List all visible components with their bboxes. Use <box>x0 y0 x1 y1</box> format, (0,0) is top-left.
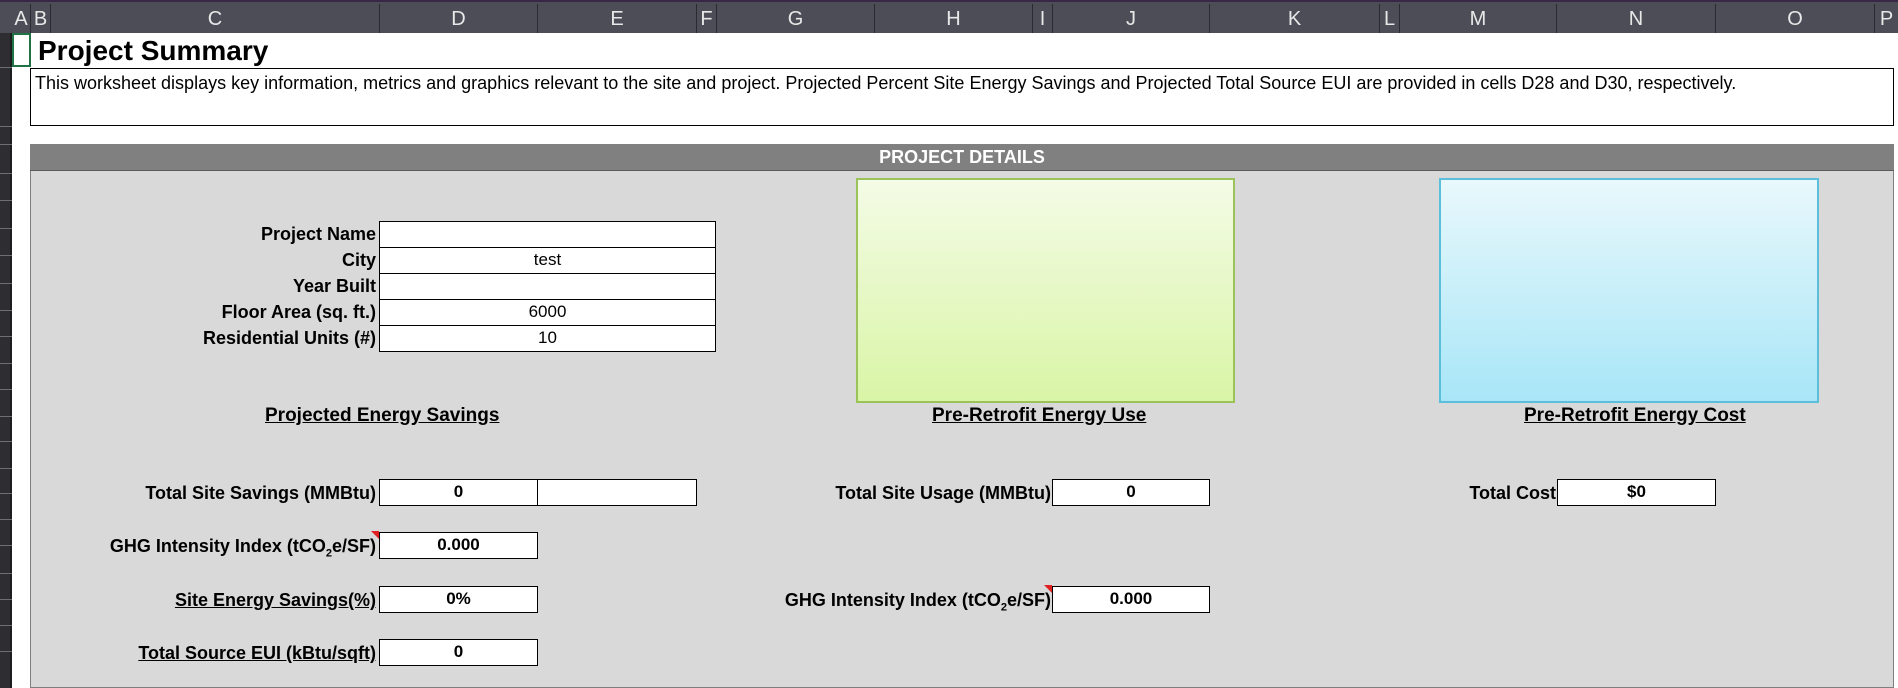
total-site-savings-extra-cell[interactable] <box>537 479 697 506</box>
column-header-e[interactable]: E <box>538 4 697 35</box>
column-header-p[interactable]: P <box>1875 4 1898 35</box>
total-cost-value[interactable]: $0 <box>1557 479 1716 506</box>
column-header-n[interactable]: N <box>1557 4 1716 35</box>
sheet-description: This worksheet displays key information,… <box>35 73 1737 93</box>
column-header-o[interactable]: O <box>1716 4 1875 35</box>
city-input[interactable]: test <box>379 247 716 274</box>
floor-area-label: Floor Area (sq. ft.) <box>221 302 376 322</box>
ghg-intensity-savings-label: GHG Intensity Index (tCO2e/SF) <box>109 536 376 560</box>
column-header-b[interactable]: B <box>31 4 51 35</box>
column-header-l[interactable]: L <box>1380 4 1400 35</box>
comment-indicator-icon[interactable] <box>371 531 379 539</box>
total-site-savings-value[interactable]: 0 <box>379 479 538 506</box>
total-source-eui-value[interactable]: 0 <box>379 639 538 666</box>
residential-units-label: Residential Units (#) <box>202 328 376 348</box>
project-name-label: Project Name <box>260 224 376 244</box>
projected-energy-savings-heading: Projected Energy Savings <box>265 405 500 426</box>
column-header-bar: A B C D E F G H I J K L M N O P <box>0 0 1898 35</box>
total-site-savings-label: Total Site Savings (MMBtu) <box>145 483 376 503</box>
floor-area-input[interactable]: 6000 <box>379 299 716 326</box>
project-details-header: PROJECT DETAILS <box>30 144 1894 171</box>
total-cost-label: Total Cost <box>1469 483 1556 503</box>
city-label: City <box>341 250 376 270</box>
column-header-d[interactable]: D <box>380 4 538 35</box>
year-built-label: Year Built <box>292 276 376 296</box>
comment-indicator-icon[interactable] <box>1044 585 1052 593</box>
total-site-usage-value[interactable]: 0 <box>1052 479 1210 506</box>
site-energy-savings-value[interactable]: 0% <box>379 586 538 613</box>
pre-retrofit-energy-use-heading: Pre-Retrofit Energy Use <box>932 405 1147 426</box>
sheet-title: Project Summary <box>38 35 269 66</box>
selected-cell-a1[interactable] <box>12 33 31 67</box>
column-header-h[interactable]: H <box>875 4 1033 35</box>
pre-retrofit-energy-cost-heading: Pre-Retrofit Energy Cost <box>1524 405 1746 426</box>
pre-retrofit-energy-use-chart[interactable] <box>856 178 1235 403</box>
row-header-bar[interactable] <box>0 33 12 688</box>
residential-units-input[interactable]: 10 <box>379 325 716 352</box>
ghg-intensity-usage-value[interactable]: 0.000 <box>1052 586 1210 613</box>
column-header-m[interactable]: M <box>1400 4 1557 35</box>
ghg-intensity-savings-value[interactable]: 0.000 <box>379 532 538 559</box>
column-header-f[interactable]: F <box>697 4 717 35</box>
column-header-c[interactable]: C <box>51 4 380 35</box>
site-energy-savings-label: Site Energy Savings(%) <box>174 590 376 610</box>
column-header-g[interactable]: G <box>717 4 875 35</box>
total-source-eui-label: Total Source EUI (kBtu/sqft) <box>138 643 376 663</box>
column-header-k[interactable]: K <box>1210 4 1380 35</box>
year-built-input[interactable] <box>379 273 716 300</box>
project-name-input[interactable] <box>379 221 716 248</box>
column-header-i[interactable]: I <box>1033 4 1053 35</box>
column-header-j[interactable]: J <box>1053 4 1210 35</box>
column-header-a[interactable]: A <box>12 4 31 35</box>
ghg-intensity-usage-label: GHG Intensity Index (tCO2e/SF) <box>784 590 1051 614</box>
pre-retrofit-energy-cost-chart[interactable] <box>1439 178 1819 403</box>
total-site-usage-label: Total Site Usage (MMBtu) <box>835 483 1051 503</box>
